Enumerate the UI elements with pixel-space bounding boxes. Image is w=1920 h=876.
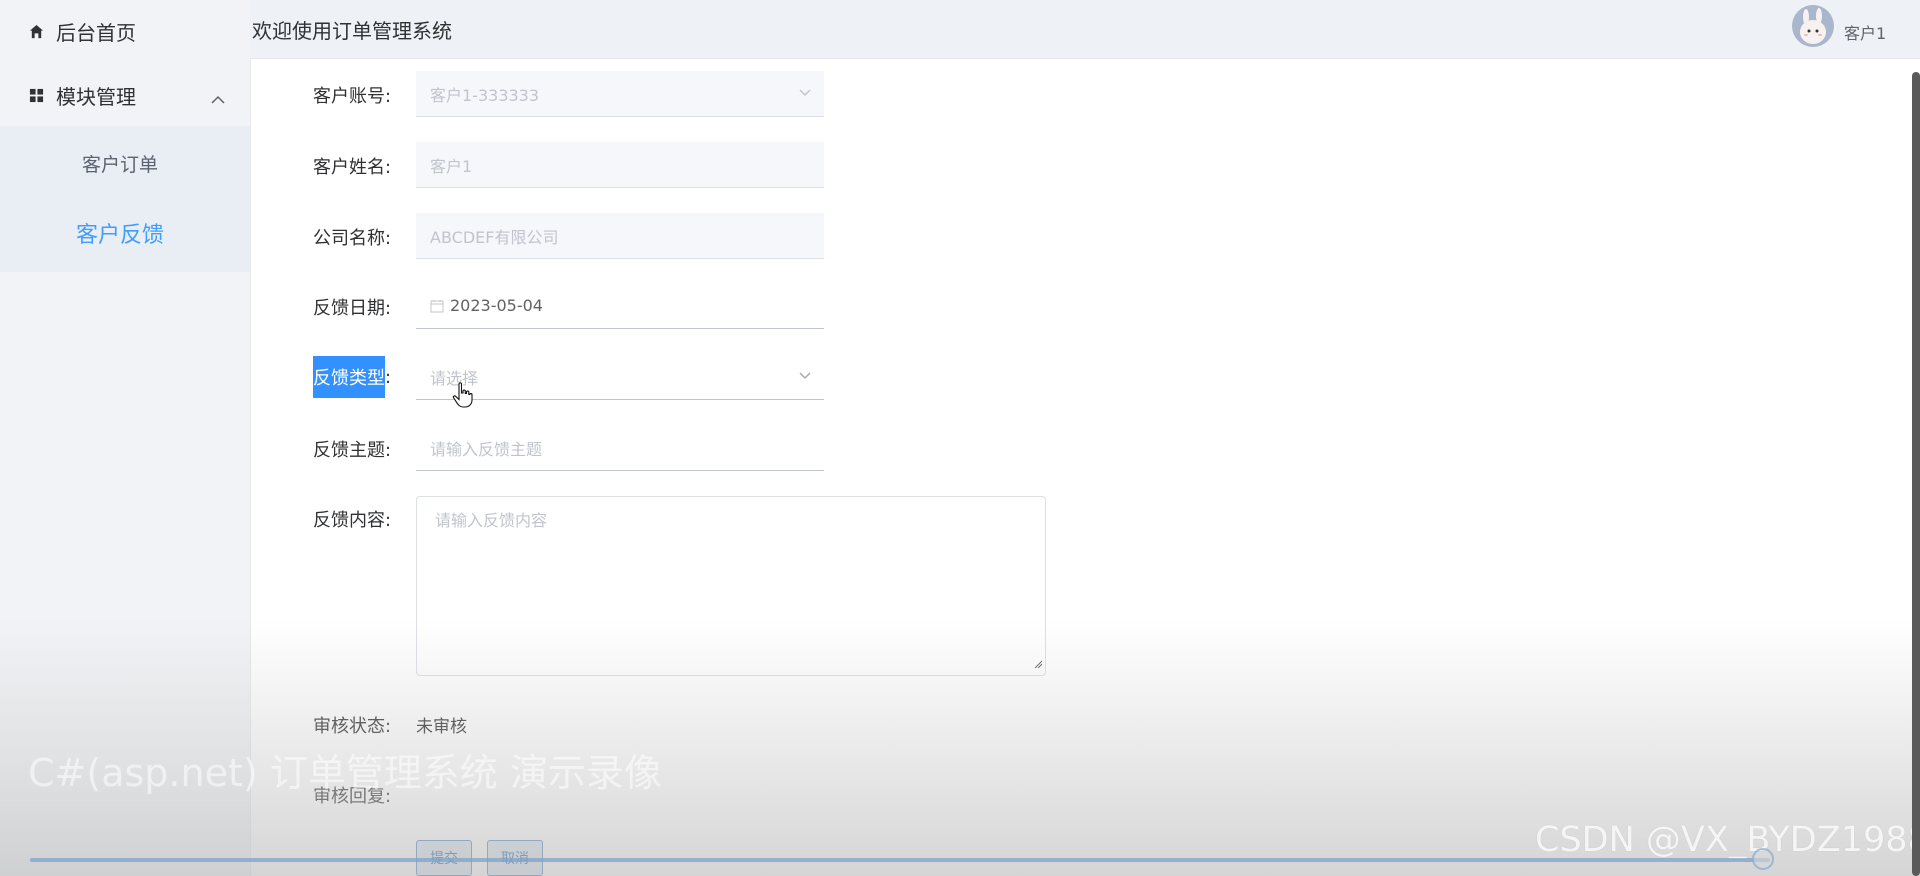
date-picker[interactable]: 2023-05-04 <box>416 283 824 329</box>
sidebar-item-home[interactable]: 后台首页 <box>0 0 250 62</box>
content-textarea[interactable]: 请输入反馈内容 <box>416 496 1046 676</box>
content-placeholder: 请输入反馈内容 <box>435 511 548 530</box>
status-label: 审核状态: <box>313 716 392 737</box>
subject-placeholder: 请输入反馈主题 <box>430 439 543 459</box>
account-label: 客户账号: <box>313 86 392 107</box>
watermark: CSDN @VX_BYDZ1988 <box>1535 820 1920 860</box>
company-value: ABCDEF有限公司 <box>430 227 559 247</box>
account-select[interactable]: 客户1-333333 <box>416 71 824 117</box>
chevron-up-icon <box>210 86 226 110</box>
video-progress-fill <box>30 858 1753 862</box>
name-label: 客户姓名: <box>313 157 392 178</box>
type-label-text: 反馈类型 <box>313 356 385 398</box>
name-value: 客户1 <box>430 156 473 176</box>
scrollbar[interactable] <box>1912 72 1920 876</box>
sidebar-item-label: 模块管理 <box>56 84 136 109</box>
avatar[interactable] <box>1792 5 1834 47</box>
account-value: 客户1-333333 <box>430 85 540 105</box>
calendar-icon <box>430 299 444 313</box>
company-label: 公司名称: <box>313 228 392 249</box>
subject-input[interactable]: 请输入反馈主题 <box>416 425 824 471</box>
type-label: 反馈类型: <box>313 355 393 399</box>
top-bar: 欢迎使用订单管理系统 客户1 <box>250 0 1920 59</box>
sidebar-item-module[interactable]: 模块管理 <box>0 64 250 126</box>
type-select[interactable]: 请选择 <box>416 354 824 400</box>
grid-icon <box>28 87 44 103</box>
sidebar-item-feedback[interactable]: 客户反馈 <box>0 217 240 249</box>
video-progress-knob[interactable] <box>1752 848 1774 870</box>
page-title: 欢迎使用订单管理系统 <box>252 19 452 43</box>
subject-label: 反馈主题: <box>313 440 392 461</box>
video-caption: C#(asp.net) 订单管理系统 演示录像 <box>28 751 662 795</box>
status-value: 未审核 <box>416 717 467 737</box>
sidebar-item-orders[interactable]: 客户订单 <box>0 150 240 177</box>
date-value: 2023-05-04 <box>450 296 543 315</box>
user-name[interactable]: 客户1 <box>1844 20 1886 44</box>
resize-handle-icon[interactable] <box>1033 654 1043 673</box>
hand-cursor-icon <box>452 382 474 412</box>
content-label: 反馈内容: <box>313 510 392 531</box>
chevron-down-icon <box>798 85 812 104</box>
company-field[interactable]: ABCDEF有限公司 <box>416 213 824 259</box>
name-field[interactable]: 客户1 <box>416 142 824 188</box>
video-progress-bar[interactable] <box>30 858 1770 862</box>
home-icon <box>28 23 44 39</box>
type-label-colon: : <box>385 366 392 388</box>
chevron-down-icon <box>798 368 812 387</box>
date-label: 反馈日期: <box>313 298 392 319</box>
submenu: 客户订单 客户反馈 <box>0 126 250 272</box>
sidebar-item-label: 后台首页 <box>56 20 136 45</box>
